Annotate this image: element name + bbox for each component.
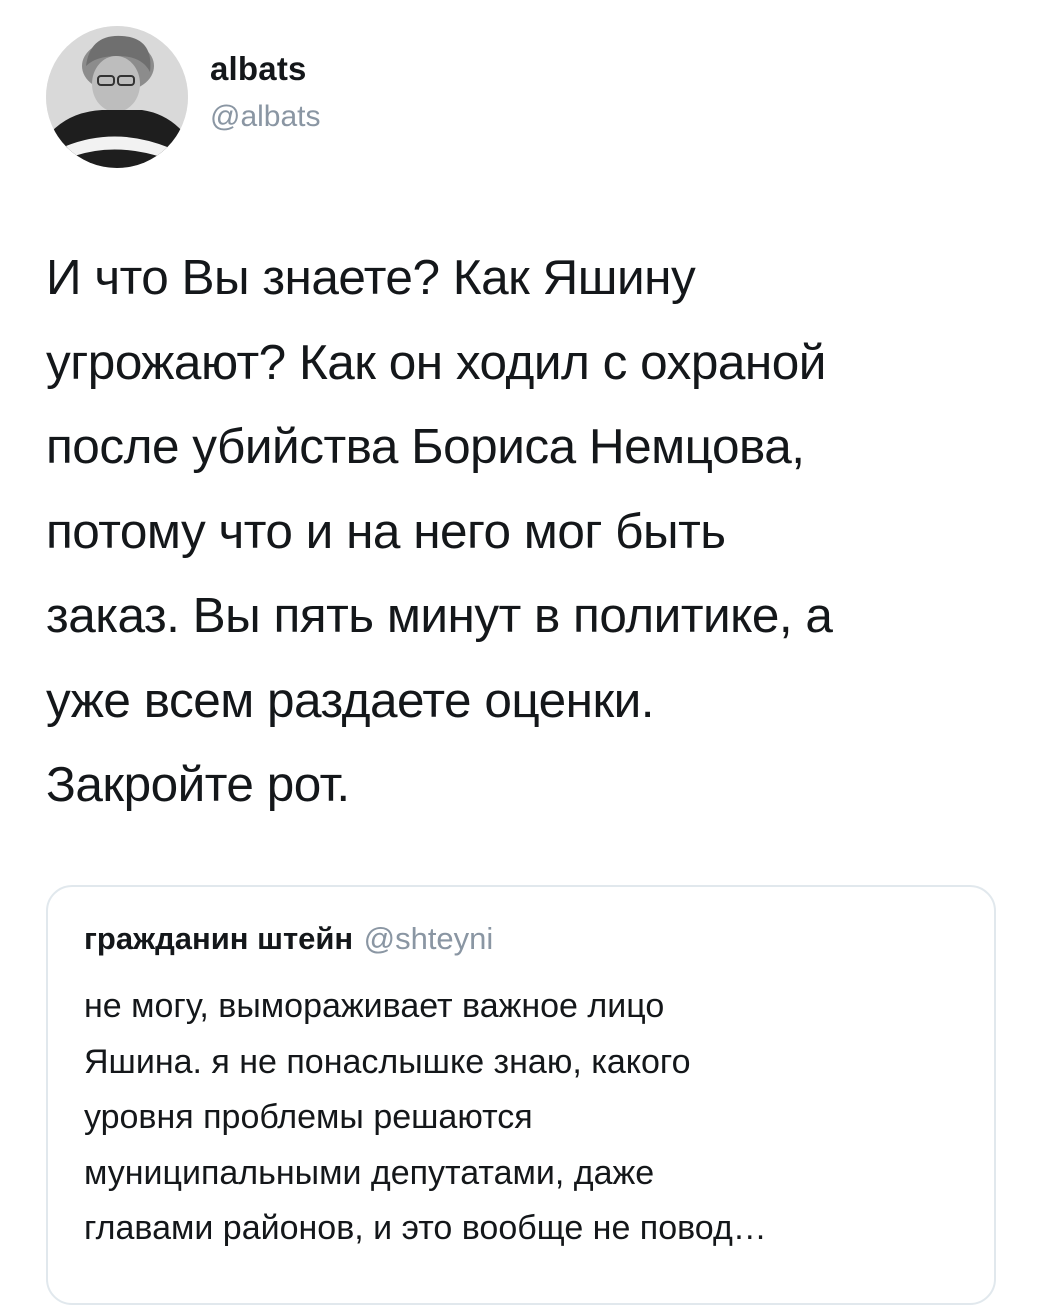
quoted-tweet-card[interactable]: гражданин штейн @shteyni не могу, вымора… <box>46 885 996 1305</box>
tweet-text: И что Вы знаете? Как Яшину угрожают? Как… <box>46 250 833 812</box>
avatar-photo-icon <box>46 26 188 168</box>
quoted-author-handle: @shteyni <box>363 921 494 956</box>
author-handle[interactable]: @albats <box>210 100 321 134</box>
quoted-tweet-header: гражданин штейн @shteyni <box>84 921 493 957</box>
quoted-author-display-name: гражданин штейн <box>84 921 354 956</box>
avatar[interactable] <box>46 26 188 168</box>
quoted-tweet-text: не могу, вымораживает важное лицо Яшина.… <box>84 987 767 1247</box>
author-display-name[interactable]: albats <box>210 50 307 88</box>
